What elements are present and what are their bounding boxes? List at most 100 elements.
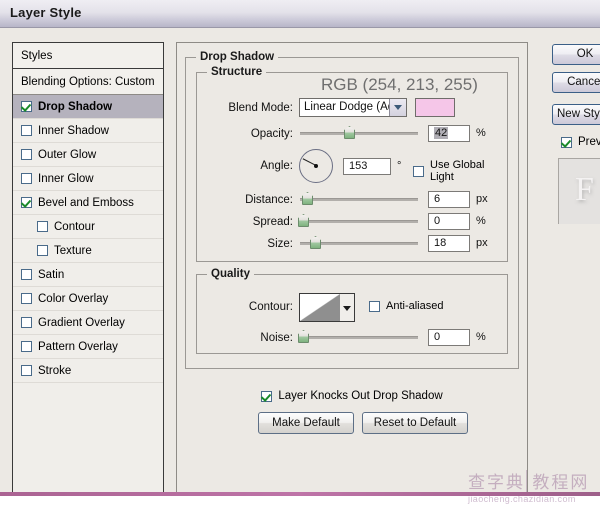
style-item-checkbox[interactable] [21,269,32,280]
style-item-label: Bevel and Emboss [38,196,134,209]
style-item-inner-glow[interactable]: Inner Glow [13,167,163,191]
distance-slider-thumb[interactable] [302,192,313,205]
style-item-checkbox[interactable] [21,125,32,136]
spread-row: Spread: 0 % [197,211,507,233]
bottom-strip [0,492,600,511]
style-item-inner-shadow[interactable]: Inner Shadow [13,119,163,143]
layer-knocks-out-checkbox-box[interactable] [261,390,273,402]
preview-glyph: F [575,171,594,208]
use-global-light-label: Use Global Light [430,159,485,183]
style-item-bevel-and-emboss[interactable]: Bevel and Emboss [13,191,163,215]
window-title: Layer Style [10,5,82,20]
contour-label: Contour: [248,301,293,313]
style-item-satin[interactable]: Satin [13,263,163,287]
preview-checkbox[interactable]: Preview [561,136,600,148]
spread-unit: % [476,215,486,227]
size-input[interactable]: 18 [428,235,470,252]
anti-aliased-checkbox[interactable]: Anti-aliased [369,300,443,312]
preview-checkbox-box[interactable] [561,136,572,148]
style-preview-thumbnail: F [558,158,600,224]
opacity-slider-thumb[interactable] [344,126,355,139]
layer-knocks-out-checkbox[interactable]: Layer Knocks Out Drop Shadow [186,390,518,402]
style-item-gradient-overlay[interactable]: Gradient Overlay [13,311,163,335]
title-bar[interactable]: Layer Style [0,0,600,28]
quality-group: Quality Contour: Anti-aliased Noise: 0 % [196,268,508,354]
layer-style-dialog: Layer Style Styles Blending Options: Cus… [0,0,600,495]
size-slider-thumb[interactable] [310,236,321,249]
styles-panel-header[interactable]: Styles [13,43,163,69]
angle-unit: ° [397,160,402,172]
make-default-button[interactable]: Make Default [258,412,354,434]
use-global-light-checkbox-box[interactable] [413,165,424,177]
style-item-checkbox[interactable] [21,149,32,160]
structure-group-label: Structure [207,66,267,78]
new-style-button[interactable]: New Style... [552,104,600,125]
style-item-checkbox[interactable] [21,293,32,304]
style-item-outer-glow[interactable]: Outer Glow [13,143,163,167]
style-item-checkbox[interactable] [21,317,32,328]
blend-mode-label: Blend Mode: [228,102,293,114]
distance-value: 6 [434,193,441,205]
anti-aliased-checkbox-box[interactable] [369,300,380,312]
distance-unit: px [476,193,488,205]
contour-dropdown-arrow[interactable] [340,293,355,322]
spread-slider[interactable] [298,214,418,228]
shadow-color-swatch[interactable] [415,98,455,117]
opacity-input[interactable]: 42 [428,125,470,142]
style-item-color-overlay[interactable]: Color Overlay [13,287,163,311]
style-item-checkbox[interactable] [37,245,48,256]
opacity-slider[interactable] [300,126,418,140]
angle-input[interactable]: 153 [343,158,391,175]
noise-slider[interactable] [298,330,418,344]
style-item-checkbox[interactable] [21,365,32,376]
blend-mode-select[interactable]: Linear Dodge (Add) [299,98,407,117]
style-item-label: Gradient Overlay [38,316,125,329]
noise-slider-thumb[interactable] [298,330,309,343]
contour-curve-icon [300,294,340,321]
style-item-checkbox[interactable] [37,221,48,232]
ok-button[interactable]: OK [552,44,600,65]
size-slider[interactable] [300,236,418,250]
use-global-light-checkbox[interactable]: Use Global Light [413,159,507,183]
spread-value: 0 [434,215,441,227]
style-item-contour[interactable]: Contour [13,215,163,239]
distance-input[interactable]: 6 [428,191,470,208]
size-value: 18 [434,237,447,249]
opacity-slider-track [300,132,418,135]
spread-label: Spread: [252,216,293,228]
noise-row: Noise: 0 % [197,327,507,349]
opacity-value: 42 [434,127,449,139]
rgb-annotation: RGB (254, 213, 255) [321,75,478,94]
style-item-label: Satin [38,268,65,281]
style-item-checkbox[interactable] [21,101,32,112]
noise-value: 0 [434,331,441,343]
style-item-drop-shadow[interactable]: Drop Shadow [13,95,163,119]
drop-shadow-settings-panel: Drop Shadow Structure RGB (254, 213, 255… [176,42,528,495]
contour-preview[interactable] [299,293,341,322]
spread-input[interactable]: 0 [428,213,470,230]
style-item-label: Drop Shadow [38,100,113,113]
style-item-checkbox[interactable] [21,341,32,352]
style-item-checkbox[interactable] [21,197,32,208]
anti-aliased-label: Anti-aliased [386,300,444,312]
style-item-checkbox[interactable] [21,173,32,184]
noise-input[interactable]: 0 [428,329,470,346]
angle-dial[interactable] [299,149,333,183]
spread-slider-thumb[interactable] [298,214,309,227]
chevron-down-icon[interactable] [389,99,406,116]
blend-mode-row: Blend Mode: Linear Dodge (Add) [197,97,507,119]
style-item-label: Outer Glow [38,148,97,161]
opacity-unit: % [476,127,486,139]
size-unit: px [476,237,488,249]
blending-options-item[interactable]: Blending Options: Custom [13,69,163,95]
reset-to-default-button[interactable]: Reset to Default [362,412,468,434]
angle-value: 153 [349,160,368,172]
style-item-stroke[interactable]: Stroke [13,359,163,383]
style-item-label: Pattern Overlay [38,340,118,353]
distance-slider[interactable] [300,192,418,206]
dialog-body: Styles Blending Options: Custom Drop Sha… [0,28,600,495]
cancel-button[interactable]: Cancel [552,72,600,93]
style-item-label: Color Overlay [38,292,109,305]
style-item-pattern-overlay[interactable]: Pattern Overlay [13,335,163,359]
style-item-texture[interactable]: Texture [13,239,163,263]
